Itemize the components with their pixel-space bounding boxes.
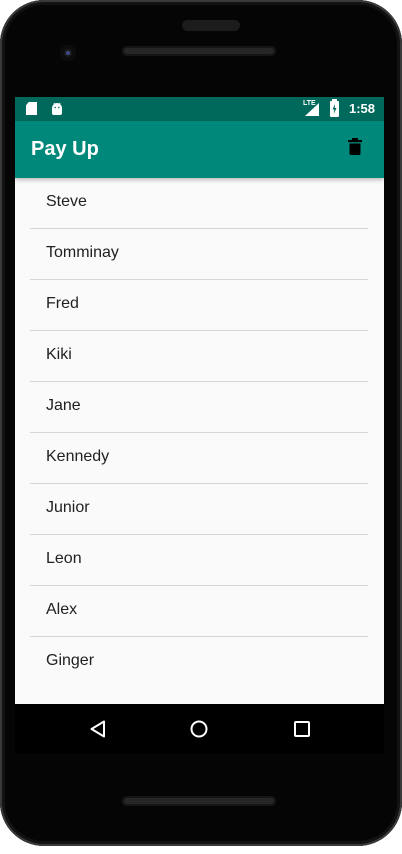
list-item[interactable]: Kennedy (30, 433, 368, 484)
top-sensor (182, 20, 240, 31)
list-item[interactable]: Tomminay (30, 229, 368, 280)
list-item[interactable]: Leon (30, 535, 368, 586)
earpiece-speaker (122, 46, 276, 56)
recents-icon[interactable] (294, 721, 310, 737)
front-camera (60, 45, 76, 61)
android-debug-icon (52, 102, 62, 115)
app-bar: Pay Up (15, 121, 384, 178)
network-type-label: LTE (303, 100, 316, 107)
person-name: Kiki (46, 346, 72, 363)
list-item[interactable]: Jane (30, 382, 368, 433)
bottom-speaker (122, 796, 276, 806)
list-item[interactable]: Ginger (30, 637, 368, 687)
app-screen: LTE 1:58 Pay Up Steve Tomminay Fred Kiki Jan… (15, 97, 384, 754)
person-name: Jane (46, 397, 81, 414)
app-title: Pay Up (31, 138, 99, 160)
person-name: Junior (46, 499, 90, 516)
list-item[interactable]: Steve (30, 178, 368, 229)
person-name: Ginger (46, 652, 95, 669)
back-icon[interactable] (89, 720, 107, 738)
person-name: Steve (46, 193, 87, 210)
person-name: Fred (46, 295, 79, 312)
list-item[interactable]: Fred (30, 280, 368, 331)
delete-icon (348, 138, 362, 155)
person-name: Leon (46, 550, 82, 567)
person-list: Steve Tomminay Fred Kiki Jane Kennedy Junior Le… (15, 178, 384, 687)
list-item[interactable]: Kiki (30, 331, 368, 382)
status-clock: 1:58 (348, 101, 375, 116)
person-name: Tomminay (46, 244, 119, 261)
person-name: Alex (46, 601, 78, 618)
sd-card-icon (26, 102, 37, 115)
person-name: Kennedy (46, 448, 110, 465)
delete-button[interactable] (345, 137, 365, 161)
list-item[interactable]: Alex (30, 586, 368, 637)
list-item[interactable]: Junior (30, 484, 368, 535)
home-icon[interactable] (190, 720, 208, 738)
status-bar: LTE 1:58 (15, 97, 384, 121)
navigation-bar (15, 704, 384, 754)
battery-charging-icon (330, 99, 339, 117)
